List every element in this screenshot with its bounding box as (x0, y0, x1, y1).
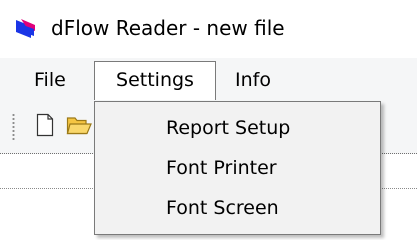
toolbar-grip[interactable] (12, 113, 15, 141)
open-folder-icon[interactable] (66, 113, 92, 137)
menu-icon-gutter (95, 102, 127, 234)
menu-item-report-setup[interactable]: Report Setup (166, 113, 290, 143)
window-title: dFlow Reader - new file (51, 16, 285, 40)
menu-file[interactable]: File (34, 62, 66, 98)
menu-info[interactable]: Info (235, 62, 271, 98)
settings-dropdown-menu: Report Setup Font Printer Font Screen (94, 101, 381, 235)
menu-settings[interactable]: Settings (94, 61, 216, 100)
menu-item-font-screen[interactable]: Font Screen (166, 193, 279, 223)
menu-item-font-printer[interactable]: Font Printer (166, 153, 277, 183)
app-logo-icon (16, 19, 35, 38)
new-file-icon[interactable] (36, 113, 54, 137)
menu-bar: File Settings Info (0, 58, 417, 102)
title-bar: dFlow Reader - new file (0, 0, 417, 58)
